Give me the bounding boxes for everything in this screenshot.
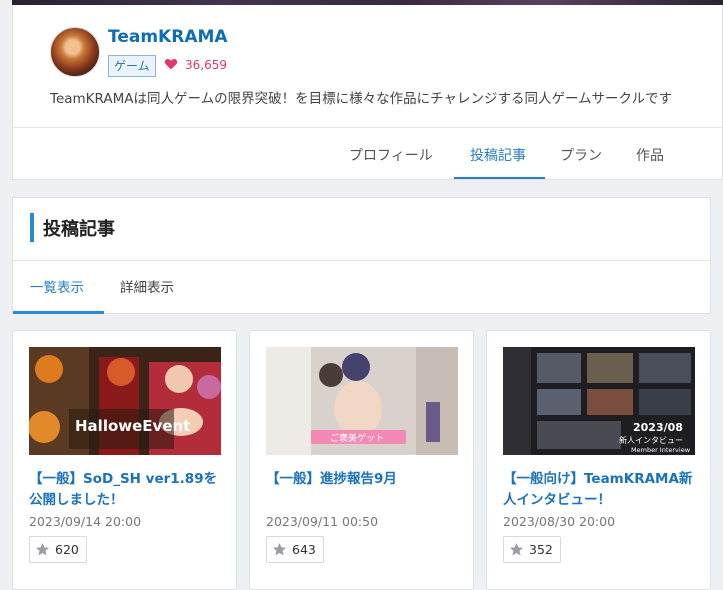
genre-badge[interactable]: ゲーム bbox=[108, 55, 156, 77]
thumbnail-text: 2023/08 bbox=[633, 421, 683, 434]
post-card[interactable]: 2023/08 新人インタビュー Member Interview 【一般向け】… bbox=[486, 330, 711, 590]
like-button[interactable]: 620 bbox=[29, 536, 87, 563]
active-view-indicator bbox=[13, 311, 104, 314]
tab-plans[interactable]: プラン bbox=[560, 145, 602, 165]
thumbnail-text: 新人インタビュー bbox=[619, 435, 683, 445]
favorite-count: 36,659 bbox=[185, 58, 227, 72]
creator-avatar[interactable] bbox=[50, 27, 100, 77]
like-count: 643 bbox=[292, 542, 316, 557]
thumbnail-text: Member Interview bbox=[631, 446, 691, 454]
thumbnail-text: ご褒美ゲット bbox=[330, 432, 384, 444]
star-icon bbox=[273, 543, 286, 556]
tab-posts[interactable]: 投稿記事 bbox=[470, 145, 526, 165]
post-date: 2023/08/30 20:00 bbox=[503, 514, 616, 529]
creator-profile-card: TeamKRAMA ゲーム 36,659 TeamKRAMAは同人ゲームの限界突… bbox=[12, 5, 723, 180]
heading-accent-bar bbox=[30, 213, 34, 242]
posts-section: 投稿記事 一覧表示 詳細表示 bbox=[12, 197, 711, 314]
thumbnail-text: HalloweEvent bbox=[75, 417, 190, 435]
tab-works[interactable]: 作品 bbox=[636, 145, 664, 165]
post-date: 2023/09/11 00:50 bbox=[266, 514, 379, 529]
post-title[interactable]: 【一般】SoD_SH ver1.89を公開しました！ bbox=[29, 469, 225, 511]
tab-profile[interactable]: プロフィール bbox=[349, 145, 433, 165]
post-thumbnail[interactable]: ご褒美ゲット bbox=[266, 347, 458, 455]
post-thumbnail[interactable]: HalloweEvent bbox=[29, 347, 221, 455]
post-date: 2023/09/14 20:00 bbox=[29, 514, 142, 529]
like-button[interactable]: 643 bbox=[266, 536, 324, 563]
heart-icon bbox=[164, 59, 178, 70]
post-title[interactable]: 【一般向け】TeamKRAMA新人インタビュー！ bbox=[503, 469, 699, 511]
divider bbox=[13, 260, 710, 261]
section-heading: 投稿記事 bbox=[43, 219, 115, 240]
creator-description: TeamKRAMAは同人ゲームの限界突破！を目標に様々な作品にチャレンジする同人… bbox=[50, 91, 673, 107]
post-card[interactable]: HalloweEvent 【一般】SoD_SH ver1.89を公開しました！ … bbox=[12, 330, 237, 590]
like-count: 352 bbox=[529, 542, 553, 557]
post-title[interactable]: 【一般】進捗報告9月 bbox=[266, 469, 462, 490]
creator-name[interactable]: TeamKRAMA bbox=[108, 27, 228, 47]
tab-detail-view[interactable]: 詳細表示 bbox=[120, 276, 174, 296]
star-icon bbox=[36, 543, 49, 556]
star-icon bbox=[510, 543, 523, 556]
like-button[interactable]: 352 bbox=[503, 536, 561, 563]
like-count: 620 bbox=[55, 542, 79, 557]
post-thumbnail[interactable]: 2023/08 新人インタビュー Member Interview bbox=[503, 347, 695, 455]
post-card[interactable]: ご褒美ゲット 【一般】進捗報告9月 2023/09/11 00:50 643 bbox=[249, 330, 474, 590]
divider bbox=[13, 127, 723, 128]
active-tab-indicator bbox=[454, 177, 545, 179]
tab-list-view[interactable]: 一覧表示 bbox=[30, 276, 84, 296]
